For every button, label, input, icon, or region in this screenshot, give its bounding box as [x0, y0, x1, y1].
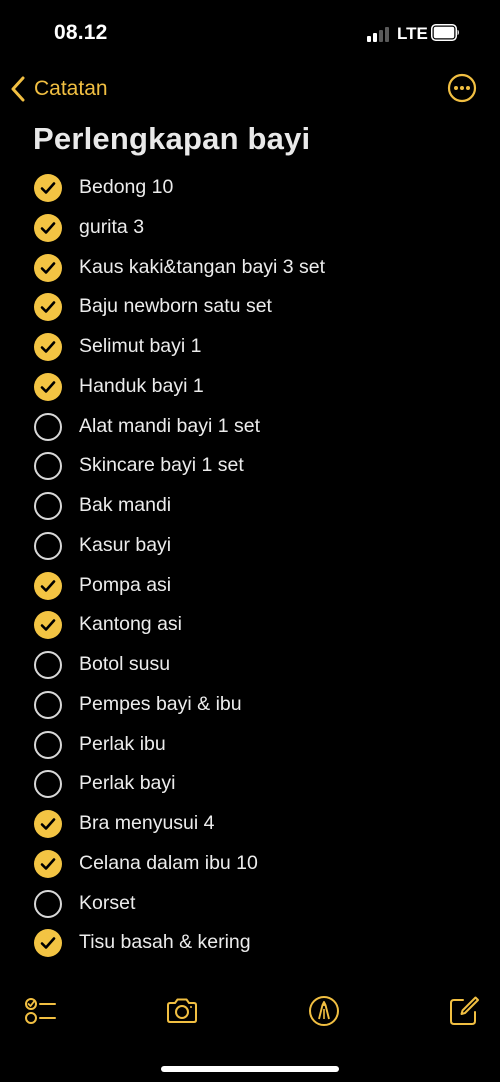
compose-icon — [450, 996, 479, 1025]
checklist-item-text[interactable]: Korset — [79, 892, 135, 915]
unchecked-checkbox[interactable] — [34, 730, 62, 759]
checked-checkbox[interactable] — [34, 293, 62, 322]
checkmark-icon — [40, 619, 56, 632]
checklist-item-text[interactable]: Perlak ibu — [79, 733, 166, 756]
checklist-item: Bedong 10 — [0, 167, 500, 207]
checklist-item-text[interactable]: Alat mandi bayi 1 set — [79, 415, 260, 438]
checkmark-icon — [40, 937, 56, 950]
markup-button[interactable] — [307, 994, 341, 1028]
checklist-item: Pempes bayi & ibu — [0, 684, 500, 724]
unchecked-checkbox[interactable] — [34, 651, 62, 679]
checked-checkbox[interactable] — [34, 929, 62, 958]
checklist-item: Pompa asi — [0, 565, 500, 605]
more-options-button[interactable] — [447, 73, 477, 103]
back-button[interactable]: Catatan — [10, 74, 108, 104]
checklist-item: Bak mandi — [0, 485, 500, 525]
network-type: LTE — [397, 24, 428, 43]
checklist-item-text[interactable]: Kantong asi — [79, 613, 182, 636]
note-title[interactable]: Perlengkapan bayi — [33, 121, 310, 157]
checklist-item-text[interactable]: Pempes bayi & ibu — [79, 693, 242, 716]
checklist-item: Botol susu — [0, 644, 500, 684]
checklist-item: Kantong asi — [0, 604, 500, 644]
unchecked-checkbox[interactable] — [34, 770, 62, 799]
checklist-item-text[interactable]: Pompa asi — [79, 574, 171, 597]
checklist-button[interactable] — [22, 994, 56, 1028]
checklist-item-text[interactable]: Skincare bayi 1 set — [79, 454, 244, 477]
status-time: 08.12 — [54, 21, 108, 44]
checked-checkbox[interactable] — [34, 810, 62, 838]
checked-checkbox[interactable] — [34, 611, 62, 640]
checklist-item-text[interactable]: Botol susu — [79, 653, 170, 676]
checklist-item: Celana dalam ibu 10 — [0, 843, 500, 883]
home-indicator[interactable] — [161, 1066, 339, 1072]
checklist-item: Kaus kaki&tangan bayi 3 set — [0, 247, 500, 287]
checked-checkbox[interactable] — [34, 174, 62, 202]
checklist-item-text[interactable]: gurita 3 — [79, 216, 144, 239]
camera-button[interactable] — [165, 994, 199, 1028]
checklist-item: Bra menyusui 4 — [0, 803, 500, 843]
checked-checkbox[interactable] — [34, 213, 62, 242]
markup-pen-icon — [309, 996, 339, 1026]
checked-checkbox[interactable] — [34, 849, 62, 878]
checkmark-icon — [40, 301, 56, 314]
compose-button[interactable] — [447, 994, 481, 1028]
checkmark-icon — [40, 857, 56, 870]
checklist-item: Baju newborn satu set — [0, 286, 500, 326]
unchecked-checkbox[interactable] — [34, 492, 62, 520]
camera-icon — [167, 998, 197, 1023]
checklist-item: Tisu basah & kering — [0, 922, 500, 962]
checkmark-icon — [40, 221, 56, 234]
checklist-item-text[interactable]: Kasur bayi — [79, 534, 171, 557]
checklist-item-text[interactable]: Bedong 10 — [79, 176, 173, 199]
checklist-item-text[interactable]: Tisu basah & kering — [79, 931, 251, 954]
checklist-item-text[interactable]: Selimut bayi 1 — [79, 335, 201, 358]
checklist: Bedong 10 gurita 3 Kaus kaki&tangan bayi 3… — [0, 167, 500, 962]
checklist-item-text[interactable]: Kaus kaki&tangan bayi 3 set — [79, 256, 325, 279]
checklist-item: gurita 3 — [0, 207, 500, 247]
checked-checkbox[interactable] — [34, 571, 62, 600]
checklist-item-text[interactable]: Celana dalam ibu 10 — [79, 852, 258, 875]
checklist-item: Perlak ibu — [0, 724, 500, 764]
checkmark-icon — [40, 818, 56, 830]
checklist-item: Skincare bayi 1 set — [0, 445, 500, 485]
checklist-item-text[interactable]: Bra menyusui 4 — [79, 812, 214, 835]
checklist-item: Perlak bayi — [0, 763, 500, 803]
checklist-item-text[interactable]: Handuk bayi 1 — [79, 375, 204, 398]
checklist-item: Handuk bayi 1 — [0, 366, 500, 406]
checklist-item: Selimut bayi 1 — [0, 326, 500, 366]
checked-checkbox[interactable] — [34, 372, 62, 401]
checklist-item: Alat mandi bayi 1 set — [0, 406, 500, 446]
status-bar: 08.12 LTE — [0, 0, 500, 60]
back-label: Catatan — [34, 77, 108, 100]
checklist-item: Kasur bayi — [0, 525, 500, 565]
checklist-item-text[interactable]: Perlak bayi — [79, 772, 175, 795]
chevron-left-icon — [11, 76, 25, 102]
checklist-item-text[interactable]: Bak mandi — [79, 494, 171, 517]
checkmark-icon — [40, 380, 56, 393]
unchecked-checkbox[interactable] — [34, 412, 62, 441]
checklist-item: Korset — [0, 883, 500, 923]
checkmark-icon — [40, 579, 56, 592]
checklist-icon — [25, 998, 56, 1024]
battery-icon — [431, 24, 459, 41]
checkmark-icon — [40, 261, 56, 274]
checked-checkbox[interactable] — [34, 333, 62, 361]
checked-checkbox[interactable] — [34, 253, 62, 282]
cellular-signal-icon — [367, 26, 393, 42]
unchecked-checkbox[interactable] — [34, 889, 62, 918]
checkmark-icon — [40, 182, 56, 194]
checkmark-icon — [40, 341, 56, 353]
unchecked-checkbox[interactable] — [34, 531, 62, 560]
unchecked-checkbox[interactable] — [34, 690, 62, 719]
checklist-item-text[interactable]: Baju newborn satu set — [79, 295, 272, 318]
unchecked-checkbox[interactable] — [34, 452, 62, 481]
